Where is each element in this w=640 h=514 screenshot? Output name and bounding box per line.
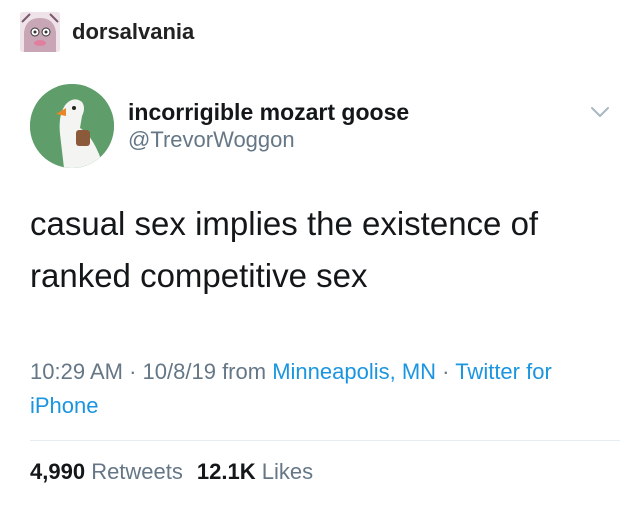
retweets-count: 4,990 [30,459,86,484]
tweet-avatar[interactable] [30,84,114,168]
tumblr-username[interactable]: dorsalvania [72,19,194,45]
divider [30,440,620,441]
likes-label: Likes [261,459,314,484]
likes-stat[interactable]: 12.1K Likes [197,459,313,484]
location-link[interactable]: Minneapolis, MN [272,359,436,384]
tweet-meta: 10:29 AM · 10/8/19 from Minneapolis, MN … [30,355,605,423]
goose-avatar-icon [30,84,114,168]
meta-separator: · [129,359,137,384]
tweet-time[interactable]: 10:29 AM [30,359,123,384]
tweet-text-line: ranked competitive sex [30,257,368,294]
cartoon-avatar-icon [20,12,60,52]
meta-separator: · [442,359,450,384]
tweet-text: casual sex implies the existence of rank… [30,198,610,302]
tweet-stats: 4,990 Retweets 12.1K Likes [30,457,313,487]
tumblr-post-header: dorsalvania [20,12,194,52]
from-label: from [222,359,267,384]
tweet-date[interactable]: 10/8/19 [143,359,216,384]
tumblr-avatar[interactable] [20,12,60,52]
chevron-down-icon[interactable] [588,100,612,124]
likes-count: 12.1K [196,459,256,484]
retweets-label: Retweets [91,459,183,484]
display-name[interactable]: incorrigible mozart goose [128,98,409,126]
user-handle[interactable]: @TrevorWoggon [128,126,409,154]
tweet-author: incorrigible mozart goose @TrevorWoggon [30,84,409,168]
retweets-stat[interactable]: 4,990 Retweets [30,459,183,484]
tweet-text-line: casual sex implies the existence of [30,205,539,242]
